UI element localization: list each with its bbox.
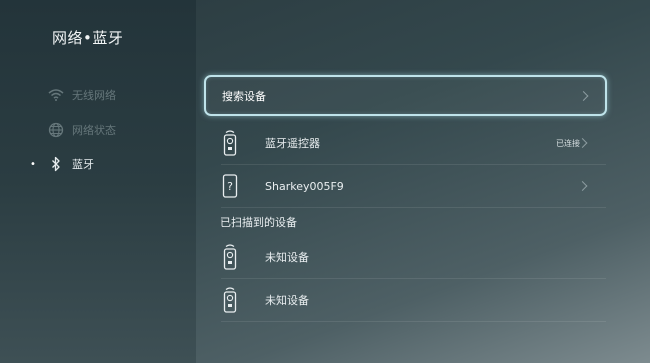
globe-icon — [44, 122, 68, 138]
scanned-devices-heading: 已扫描到的设备 — [220, 216, 297, 229]
device-name: 未知设备 — [265, 251, 309, 264]
scanned-device-row[interactable]: 未知设备 — [221, 279, 606, 321]
device-name: Sharkey005F9 — [265, 179, 344, 193]
sidebar-item-label: 网络状态 — [72, 124, 116, 137]
device-name: 未知设备 — [265, 294, 309, 307]
sidebar-item-wifi[interactable]: 无线网络 — [30, 85, 116, 105]
sidebar-item-label: 无线网络 — [72, 89, 116, 102]
wifi-icon — [44, 89, 68, 101]
remote-control-icon — [221, 243, 251, 271]
active-dot: • — [30, 158, 36, 170]
sidebar-item-bluetooth[interactable]: • 蓝牙 — [30, 154, 94, 174]
chevron-right-icon — [578, 90, 589, 101]
device-row-remote[interactable]: 蓝牙遥控器 已连接 — [221, 122, 606, 164]
sidebar-item-network-status[interactable]: 网络状态 — [30, 120, 116, 140]
svg-text:?: ? — [227, 180, 233, 193]
chevron-right-icon — [577, 181, 588, 191]
unknown-device-icon: ? — [221, 172, 251, 200]
divider — [221, 207, 606, 208]
device-name: 蓝牙遥控器 — [265, 137, 320, 150]
main-panel: 搜索设备 蓝牙遥控器 已连接 ? Sharkey005F9 已扫描到的设备 未知… — [196, 0, 650, 363]
search-devices-button[interactable]: 搜索设备 — [204, 75, 607, 116]
bluetooth-icon — [44, 156, 68, 172]
remote-control-icon — [221, 129, 251, 157]
device-row-sharkey[interactable]: ? Sharkey005F9 — [221, 165, 606, 207]
connection-status: 已连接 — [556, 138, 580, 148]
page-title: 网络•蓝牙 — [52, 29, 124, 47]
scanned-device-row[interactable]: 未知设备 — [221, 236, 606, 278]
sidebar-item-label: 蓝牙 — [72, 158, 94, 171]
sidebar: 网络•蓝牙 无线网络 网络状态 • 蓝牙 — [0, 0, 196, 363]
search-devices-label: 搜索设备 — [222, 89, 266, 103]
divider — [221, 321, 606, 322]
remote-control-icon — [221, 286, 251, 314]
